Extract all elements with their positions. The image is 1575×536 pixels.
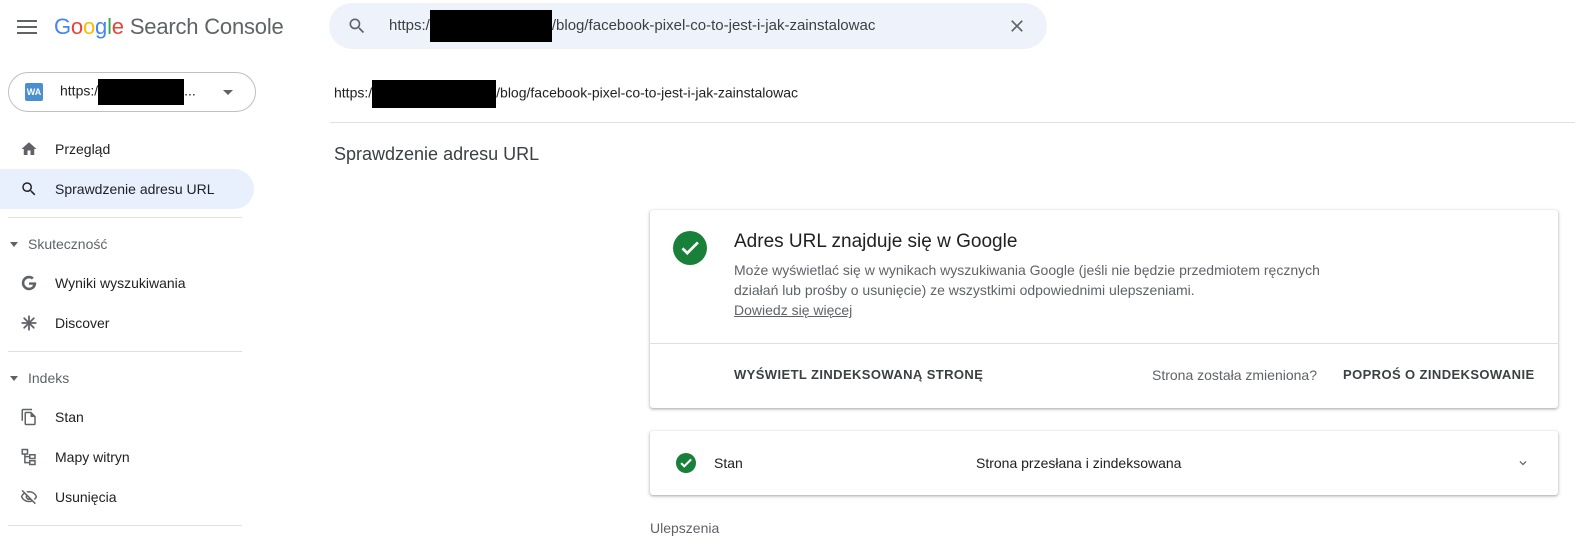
sidebar-item-label: Sprawdzenie adresu URL [55,181,215,197]
sidebar-item-coverage[interactable]: Stan [0,397,254,437]
status-label: Stan [714,455,743,471]
url-suffix: /blog/facebook-pixel-co-to-jest-i-jak-za… [496,84,799,101]
index-status-card: Adres URL znajduje się w Google Może wyś… [650,210,1558,408]
learn-more-link[interactable]: Dowiedz się więcej [734,300,852,320]
property-url-prefix: https:/ [60,82,99,99]
card-description: Może wyświetlać się w wynikach wyszukiwa… [734,262,1320,298]
pages-icon [20,408,38,426]
section-toggle-index[interactable]: Indeks [10,366,69,390]
sidebar-item-label: Wyniki wyszukiwania [55,275,186,291]
home-icon [20,140,38,158]
collapse-triangle-icon [10,375,18,381]
close-icon[interactable] [1007,16,1027,36]
logo-letter: g [95,14,108,39]
eye-off-icon [20,488,38,506]
sitemap-icon [20,448,38,466]
search-icon[interactable] [347,16,367,36]
section-title: Indeks [28,370,70,386]
sidebar-divider [8,217,242,218]
sidebar-item-label: Stan [55,409,84,425]
sidebar: Google Search Console WA https:/... Przeg… [0,0,284,531]
logo-letter: G [54,14,71,39]
sidebar-divider [8,351,242,352]
status-value: Strona przesłana i zindeksowana [976,455,1182,471]
sidebar-item-overview[interactable]: Przegląd [0,129,254,169]
page-title: Sprawdzenie adresu URL [334,144,540,164]
logo-letter: e [111,14,124,39]
menu-icon[interactable] [14,14,40,40]
card-title: Adres URL znajduje się w Google [734,231,1018,252]
search-value-suffix: /blog/facebook-pixel-co-to-jest-i-jak-za… [551,16,876,34]
redacted-block [98,79,185,105]
card-divider [650,343,1558,344]
property-url-suffix: ... [184,82,196,99]
sidebar-item-label: Mapy witryn [55,449,130,465]
search-value-prefix: https:/ [389,16,430,34]
url-prefix: https:/ [334,84,373,101]
sidebar-divider [8,525,242,526]
redacted-block [372,80,497,108]
request-indexing-button[interactable]: POPROŚ O ZINDEKSOWANIE [1343,367,1535,382]
section-title: Skuteczność [28,236,108,252]
search-input[interactable]: https:/ /blog/facebook-pixel-co-to-jest-i… [389,10,875,42]
check-circle-icon [676,453,696,473]
product-name: Search Console [129,14,284,39]
sidebar-item-url-inspection[interactable]: Sprawdzenie adresu URL [0,169,254,209]
chevron-down-icon[interactable] [1516,456,1530,470]
header-divider [330,122,1575,123]
sidebar-item-search-results[interactable]: Wyniki wyszukiwania [0,263,254,303]
coverage-status-row[interactable]: Stan Strona przesłana i zindeksowana [650,431,1558,495]
collapse-triangle-icon [10,241,18,247]
inspected-url: https:/ /blog/facebook-pixel-co-to-jest-i… [334,80,798,108]
property-url: https:/... [60,79,196,105]
sidebar-item-label: Discover [55,315,110,331]
logo-letter: o [70,14,83,39]
logo-letter: o [82,14,96,39]
page-changed-question: Strona została zmieniona? [1152,367,1317,383]
sidebar-item-removals[interactable]: Usunięcia [0,477,254,517]
sidebar-item-discover[interactable]: Discover [0,303,254,343]
google-g-icon [20,274,38,292]
sidebar-item-sitemaps[interactable]: Mapy witryn [0,437,254,477]
enhancements-label: Ulepszenia [650,520,720,536]
property-favicon: WA [25,83,43,101]
asterisk-icon [20,314,38,332]
view-indexed-page-button[interactable]: WYŚWIETL ZINDEKSOWANĄ STRONĘ [734,367,983,382]
check-circle-icon [673,231,707,265]
url-inspection-search-bar[interactable]: https:/ /blog/facebook-pixel-co-to-jest-i… [329,3,1047,49]
property-selector[interactable]: WA https:/... [8,72,256,112]
dropdown-caret-icon [223,90,233,95]
app-logo[interactable]: Google Search Console [54,14,284,40]
section-toggle-performance[interactable]: Skuteczność [10,232,107,256]
redacted-block [429,10,552,42]
sidebar-item-label: Usunięcia [55,489,117,505]
search-icon [20,180,38,198]
sidebar-item-label: Przegląd [55,141,111,157]
